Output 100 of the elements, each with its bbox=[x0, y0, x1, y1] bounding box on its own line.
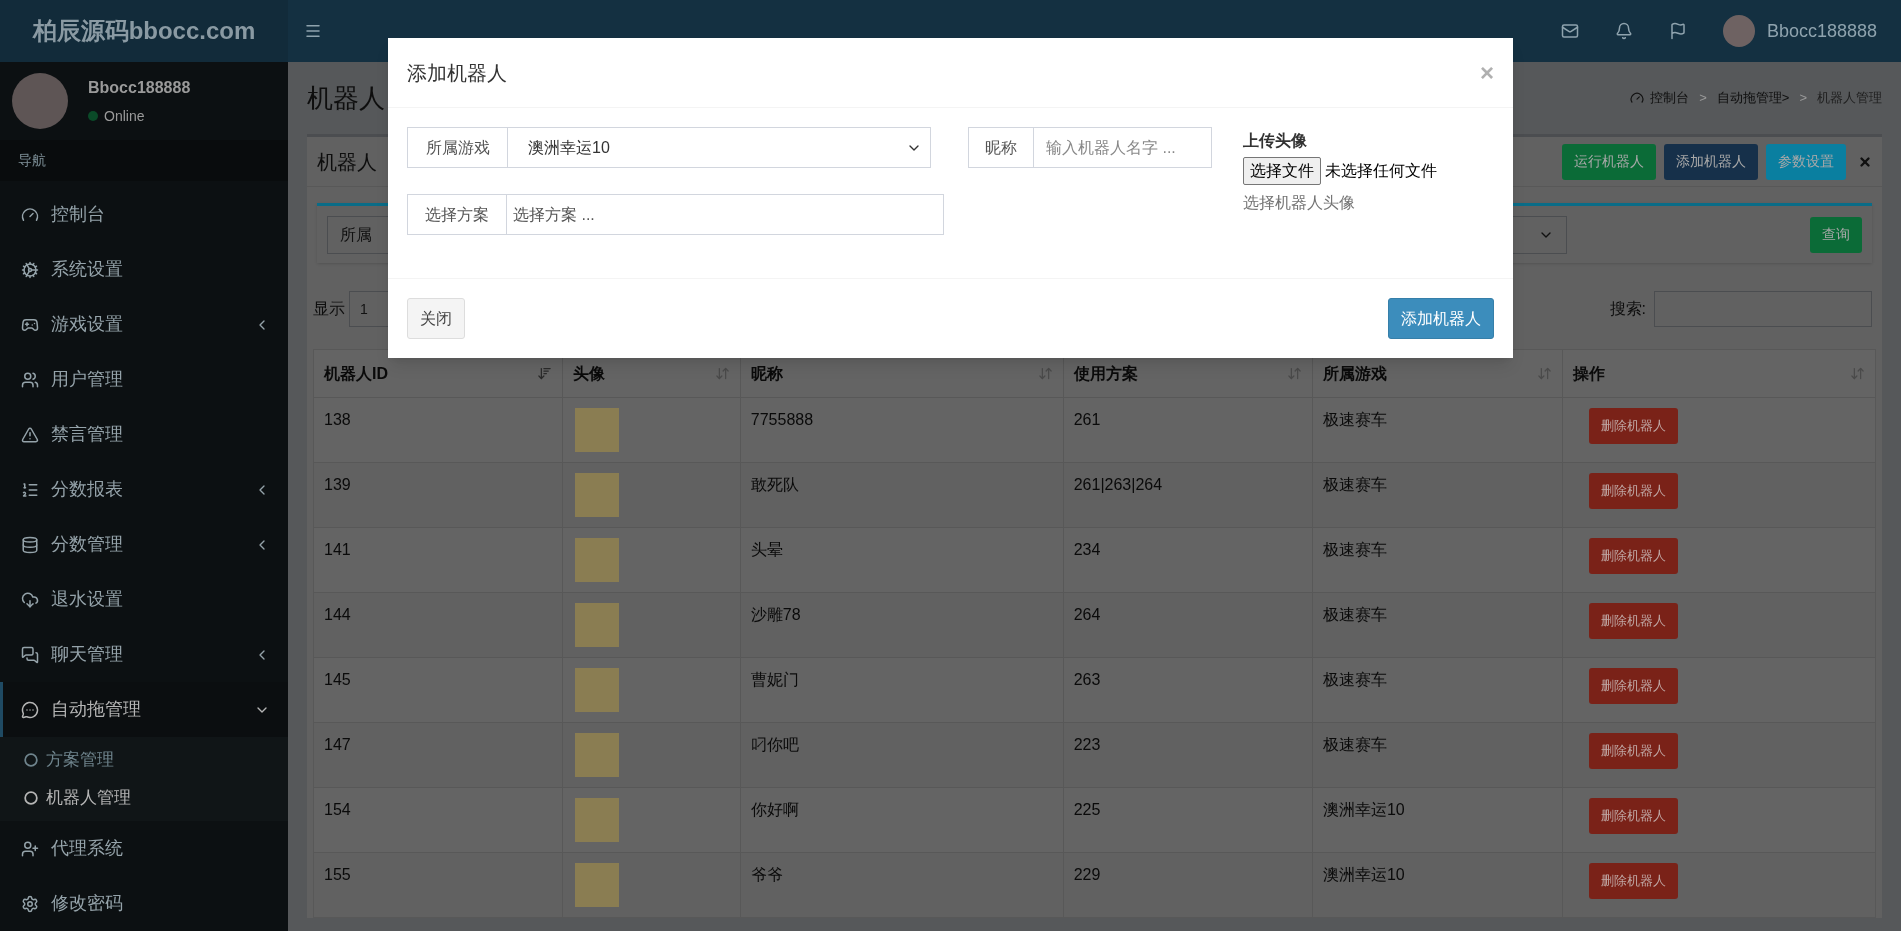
avatar-placeholder bbox=[575, 798, 620, 842]
toolbar-button[interactable]: 运行机器人 bbox=[1562, 143, 1656, 180]
sidebar-item[interactable]: 系统设置 bbox=[0, 242, 288, 297]
table-cell: 138 bbox=[313, 397, 563, 463]
user-plus-icon bbox=[21, 839, 39, 858]
sidebar-item[interactable]: 分数管理 bbox=[0, 517, 288, 572]
sidebar-item[interactable]: 控制台 bbox=[0, 187, 288, 242]
breadcrumb-separator: > bbox=[1699, 89, 1707, 108]
sidebar-item[interactable]: 代理系统 bbox=[0, 821, 288, 876]
table-cell: 264 bbox=[1063, 592, 1313, 658]
avatar-placeholder bbox=[575, 863, 620, 907]
avatar-placeholder bbox=[575, 408, 620, 452]
table-cell: 7755888 bbox=[740, 397, 1064, 463]
game-select[interactable]: 所属游戏 澳洲幸运10 bbox=[407, 127, 931, 168]
table-cell: 你好啊 bbox=[740, 787, 1064, 853]
breadcrumb-link[interactable]: 自动拖管理> bbox=[1716, 88, 1790, 108]
sidebar-item[interactable]: 用户管理 bbox=[0, 352, 288, 407]
chat-bubbles-icon bbox=[21, 645, 39, 664]
table-cell: 叼你吧 bbox=[740, 722, 1064, 788]
user-name[interactable]: Bbocc188888 bbox=[1766, 17, 1877, 45]
table-cell: 263 bbox=[1063, 657, 1313, 723]
status-text: Online bbox=[104, 106, 145, 126]
table-cell: 139 bbox=[313, 462, 563, 528]
gears-icon bbox=[21, 260, 39, 279]
table-cell: 沙雕78 bbox=[740, 592, 1064, 658]
table-cell: 223 bbox=[1063, 722, 1313, 788]
circle-icon bbox=[24, 753, 38, 767]
show-label: 显示 bbox=[313, 299, 345, 319]
table-cell: 极速赛车 bbox=[1312, 527, 1563, 593]
toolbar-button[interactable]: 添加机器人 bbox=[1664, 143, 1758, 180]
delete-button[interactable]: 删除机器人 bbox=[1589, 668, 1679, 704]
avatar-placeholder bbox=[575, 668, 620, 712]
submenu-item[interactable]: 方案管理 bbox=[0, 741, 288, 779]
table-cell: 极速赛车 bbox=[1312, 657, 1563, 723]
breadcrumb-separator: > bbox=[1799, 89, 1807, 108]
field-label: 所属游戏 bbox=[408, 128, 508, 167]
delete-button[interactable]: 删除机器人 bbox=[1589, 538, 1679, 574]
table-cell: 极速赛车 bbox=[1312, 592, 1563, 658]
circle-icon bbox=[24, 791, 38, 805]
nickname-field[interactable]: 输入机器人名字 ... bbox=[1034, 127, 1212, 168]
sidebar-item[interactable]: 分数报表 bbox=[0, 462, 288, 517]
close-modal-button[interactable]: 关闭 bbox=[407, 298, 465, 339]
sidebar-item[interactable]: 禁言管理 bbox=[0, 407, 288, 462]
table-cell: 曹妮门 bbox=[740, 657, 1064, 723]
table-cell: 澳洲幸运10 bbox=[1312, 852, 1563, 918]
gauge-icon bbox=[1630, 91, 1645, 105]
gauge-icon bbox=[21, 205, 39, 224]
table-cell: 极速赛车 bbox=[1312, 462, 1563, 528]
table-cell: 261|263|264 bbox=[1063, 462, 1313, 528]
choose-file-button[interactable]: 选择文件 bbox=[1243, 157, 1321, 185]
avatar-placeholder bbox=[575, 733, 620, 777]
sidebar-item[interactable]: 修改密码 bbox=[0, 876, 288, 931]
sidebar-item[interactable]: 游戏设置 bbox=[0, 297, 288, 352]
submenu-item[interactable]: 机器人管理 bbox=[0, 779, 288, 817]
sidebar-item[interactable]: 退水设置 bbox=[0, 572, 288, 627]
bell-icon[interactable] bbox=[1614, 22, 1633, 40]
query-button[interactable]: 查询 bbox=[1810, 216, 1862, 253]
breadcrumb-link[interactable]: 控制台 bbox=[1650, 88, 1690, 108]
modal-title: 添加机器人 bbox=[407, 60, 508, 86]
settings-icon bbox=[21, 894, 39, 913]
delete-button[interactable]: 删除机器人 bbox=[1589, 473, 1679, 509]
table-cell: 261 bbox=[1063, 397, 1313, 463]
delete-button[interactable]: 删除机器人 bbox=[1589, 863, 1679, 899]
menu-icon[interactable] bbox=[304, 22, 322, 40]
table-cell: 225 bbox=[1063, 787, 1313, 853]
table-cell: 头晕 bbox=[740, 527, 1064, 593]
table-cell: 154 bbox=[313, 787, 563, 853]
close-icon[interactable] bbox=[1858, 154, 1872, 169]
table-cell: 爷爷 bbox=[740, 852, 1064, 918]
logo[interactable]: 柏辰源码bbocc.com bbox=[0, 0, 288, 62]
submit-button[interactable]: 添加机器人 bbox=[1388, 298, 1494, 339]
table-cell: 敢死队 bbox=[740, 462, 1064, 528]
delete-button[interactable]: 删除机器人 bbox=[1589, 408, 1679, 444]
file-status: 未选择任何文件 bbox=[1325, 161, 1437, 181]
delete-button[interactable]: 删除机器人 bbox=[1589, 733, 1679, 769]
table-cell: 澳洲幸运10 bbox=[1312, 787, 1563, 853]
mail-icon[interactable] bbox=[1560, 22, 1579, 40]
avatar-placeholder bbox=[575, 473, 620, 517]
table-cell: 147 bbox=[313, 722, 563, 788]
table-cell: 229 bbox=[1063, 852, 1313, 918]
delete-button[interactable]: 删除机器人 bbox=[1589, 603, 1679, 639]
warning-icon bbox=[21, 425, 39, 444]
search-label: 搜索: bbox=[1609, 299, 1646, 319]
avatar-placeholder bbox=[575, 603, 620, 647]
delete-button[interactable]: 删除机器人 bbox=[1589, 798, 1679, 834]
database-icon bbox=[21, 535, 39, 554]
cloud-download-icon bbox=[21, 590, 39, 609]
avatar-placeholder bbox=[575, 538, 620, 582]
sidebar-item[interactable]: 聊天管理 bbox=[0, 627, 288, 682]
table-cell: 141 bbox=[313, 527, 563, 593]
field-label: 昵称 bbox=[968, 127, 1034, 168]
users-icon bbox=[21, 370, 39, 389]
flag-icon[interactable] bbox=[1668, 22, 1687, 40]
plan-field[interactable]: 选择方案 ... bbox=[507, 194, 944, 235]
table-cell: 极速赛车 bbox=[1312, 397, 1563, 463]
chat-bubble-icon bbox=[21, 700, 39, 719]
table-cell: 极速赛车 bbox=[1312, 722, 1563, 788]
field-label: 选择方案 bbox=[407, 194, 507, 235]
table-cell: 145 bbox=[313, 657, 563, 723]
column-header[interactable]: 操作 bbox=[1562, 349, 1876, 398]
